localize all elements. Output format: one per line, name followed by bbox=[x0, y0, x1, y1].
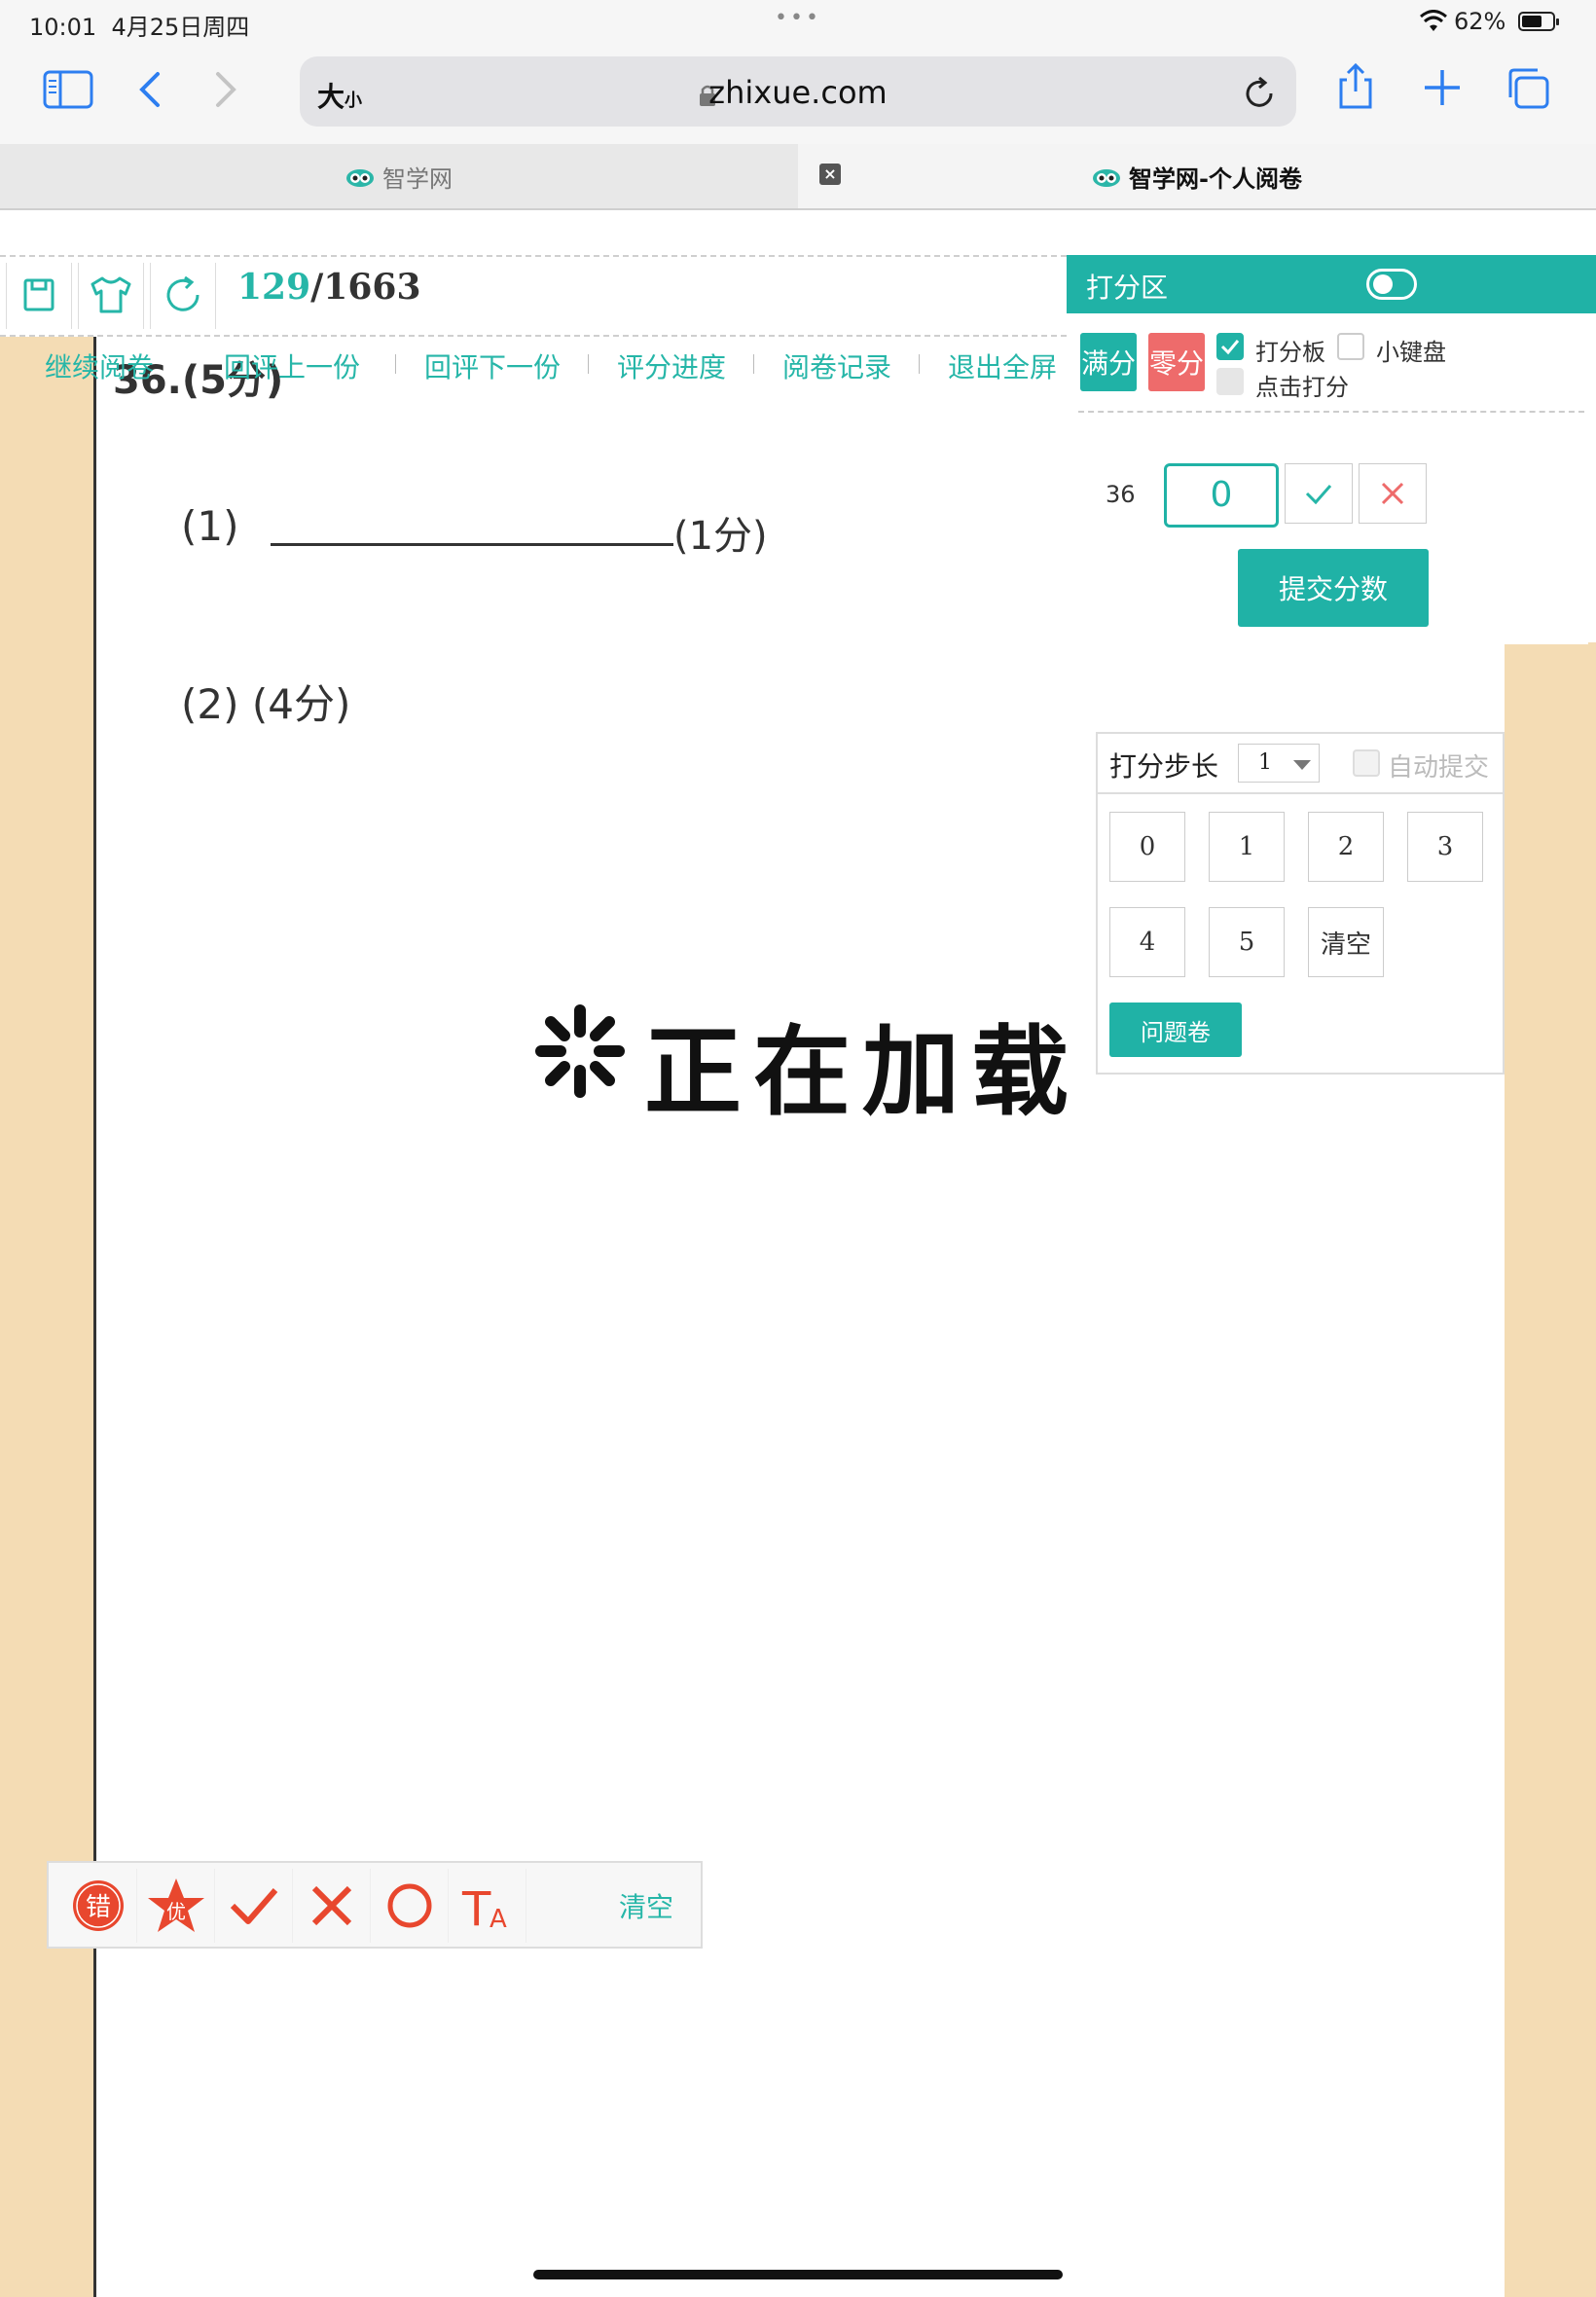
question-part-1: (1) bbox=[181, 502, 239, 550]
submit-score-button[interactable]: 提交分数 bbox=[1238, 549, 1429, 627]
wifi-icon bbox=[1419, 10, 1448, 39]
loading-text: 正在加载 bbox=[644, 1015, 1080, 1129]
problem-paper-button[interactable]: 问题卷 bbox=[1109, 1003, 1242, 1057]
review-previous-link[interactable]: 回评上一份 bbox=[224, 346, 360, 385]
reload-icon[interactable] bbox=[1242, 76, 1277, 115]
score-panel-toggle[interactable] bbox=[1366, 269, 1417, 300]
tab-label: 智学网-个人阅卷 bbox=[1129, 164, 1302, 193]
wrong-mark-label: 错 bbox=[86, 1893, 111, 1922]
status-bar: 10:01 4月25日周四 ••• 62% bbox=[0, 0, 1596, 47]
paper-margin-left bbox=[0, 331, 93, 2297]
score-key-1[interactable]: 1 bbox=[1209, 812, 1285, 882]
circle-mark-button[interactable] bbox=[372, 1869, 449, 1943]
progress-count: 129/1663 bbox=[237, 267, 421, 308]
score-panel-divider bbox=[1078, 411, 1584, 413]
score-key-3[interactable]: 3 bbox=[1407, 812, 1483, 882]
cancel-score-button[interactable] bbox=[1359, 463, 1427, 524]
text-annotation-label: T bbox=[461, 1882, 491, 1935]
new-tab-icon[interactable] bbox=[1423, 68, 1462, 111]
score-board-checkbox[interactable] bbox=[1216, 333, 1244, 360]
zhixue-logo-icon bbox=[345, 166, 375, 187]
zhixue-logo-icon bbox=[1092, 166, 1121, 187]
score-question-number: 36 bbox=[1106, 481, 1136, 508]
sidebar-icon[interactable] bbox=[43, 68, 93, 115]
paper-margin-right bbox=[1505, 642, 1596, 2297]
shirt-icon[interactable] bbox=[78, 263, 144, 329]
score-step-row: 打分步长 1 自动提交 bbox=[1098, 734, 1505, 794]
wrong-mark-button[interactable]: 错 bbox=[60, 1869, 137, 1943]
status-time: 10:01 4月25日周四 bbox=[29, 14, 250, 41]
score-step-select[interactable]: 1 bbox=[1238, 744, 1320, 783]
grading-record-link[interactable]: 阅卷记录 bbox=[782, 346, 891, 385]
click-score-label: 点击打分 bbox=[1255, 374, 1349, 401]
excellent-star-label: 优 bbox=[166, 1900, 186, 1923]
multitask-dots[interactable]: ••• bbox=[775, 6, 821, 30]
loading-spinner-icon bbox=[533, 1003, 627, 1104]
nav-separator bbox=[588, 354, 589, 374]
exit-fullscreen-link[interactable]: 退出全屏 bbox=[948, 346, 1057, 385]
score-board: 打分步长 1 自动提交 0 1 2 3 4 5 清空 问题卷 bbox=[1096, 732, 1505, 1075]
score-key-0[interactable]: 0 bbox=[1109, 812, 1185, 882]
review-next-link[interactable]: 回评下一份 bbox=[424, 346, 561, 385]
text-annotation-sub: A bbox=[490, 1905, 507, 1934]
tab-zhixue[interactable]: 智学网 bbox=[0, 144, 798, 208]
answer-blank-line bbox=[271, 543, 673, 546]
auto-submit-checkbox[interactable] bbox=[1353, 749, 1380, 777]
clear-marks-button[interactable]: 清空 bbox=[594, 1869, 699, 1943]
score-step-label: 打分步长 bbox=[1109, 750, 1219, 783]
click-score-checkbox[interactable] bbox=[1216, 368, 1244, 395]
cross-mark-button[interactable] bbox=[294, 1869, 371, 1943]
close-tab-icon[interactable]: × bbox=[819, 164, 841, 185]
keypad-checkbox[interactable] bbox=[1337, 333, 1364, 360]
question-part-1-score: (1分) bbox=[673, 514, 768, 559]
battery-percent: 62% bbox=[1454, 8, 1506, 35]
tab-label: 智学网 bbox=[382, 164, 453, 193]
save-button[interactable] bbox=[6, 263, 72, 329]
battery-icon bbox=[1518, 12, 1559, 31]
score-key-4[interactable]: 4 bbox=[1109, 907, 1185, 977]
paper-edge bbox=[93, 331, 96, 2297]
tab-personal-grading[interactable]: × 智学网-个人阅卷 bbox=[798, 144, 1596, 208]
forward-icon[interactable] bbox=[210, 68, 239, 115]
score-key-5[interactable]: 5 bbox=[1209, 907, 1285, 977]
browser-toolbar: 大小 zhixue.com bbox=[0, 47, 1596, 144]
back-icon[interactable] bbox=[136, 68, 165, 115]
share-icon[interactable] bbox=[1335, 62, 1376, 115]
mark-toolbar: 错 优 TA 清空 bbox=[47, 1861, 703, 1949]
continue-grading-link[interactable]: 继续阅卷 bbox=[45, 346, 154, 385]
tab-bar: 智学网 × 智学网-个人阅卷 bbox=[0, 144, 1596, 210]
full-score-button[interactable]: 满分 bbox=[1080, 333, 1137, 391]
question-part-2: (2) (4分) bbox=[181, 680, 351, 728]
score-panel-title: 打分区 bbox=[1086, 272, 1169, 304]
auto-submit-label: 自动提交 bbox=[1388, 753, 1490, 783]
home-indicator[interactable] bbox=[533, 2270, 1063, 2279]
grading-progress-link[interactable]: 评分进度 bbox=[617, 346, 726, 385]
keypad-label: 小键盘 bbox=[1376, 339, 1446, 366]
nav-separator bbox=[395, 354, 396, 374]
address-bar[interactable]: 大小 zhixue.com bbox=[300, 56, 1296, 127]
text-annotation-button[interactable]: TA bbox=[450, 1869, 526, 1943]
grading-toolbar: 129/1663 bbox=[0, 255, 1067, 337]
tabs-icon[interactable] bbox=[1505, 66, 1551, 115]
score-key-clear[interactable]: 清空 bbox=[1308, 907, 1384, 977]
zero-score-button[interactable]: 零分 bbox=[1148, 333, 1205, 391]
nav-separator bbox=[753, 354, 754, 374]
score-input[interactable]: 0 bbox=[1164, 463, 1279, 528]
score-panel-header: 打分区 bbox=[1067, 255, 1596, 313]
confirm-score-button[interactable] bbox=[1285, 463, 1353, 524]
url-text[interactable]: zhixue.com bbox=[300, 74, 1296, 111]
score-panel: 打分区 满分 零分 打分板 小键盘 点击打分 36 0 提交分数 bbox=[1067, 255, 1596, 644]
refresh-icon[interactable] bbox=[150, 263, 216, 329]
excellent-star-button[interactable]: 优 bbox=[138, 1869, 215, 1943]
dropdown-arrow-icon bbox=[1293, 760, 1311, 770]
score-board-label: 打分板 bbox=[1255, 339, 1325, 366]
nav-separator bbox=[919, 354, 920, 374]
score-key-2[interactable]: 2 bbox=[1308, 812, 1384, 882]
check-mark-button[interactable] bbox=[216, 1869, 293, 1943]
